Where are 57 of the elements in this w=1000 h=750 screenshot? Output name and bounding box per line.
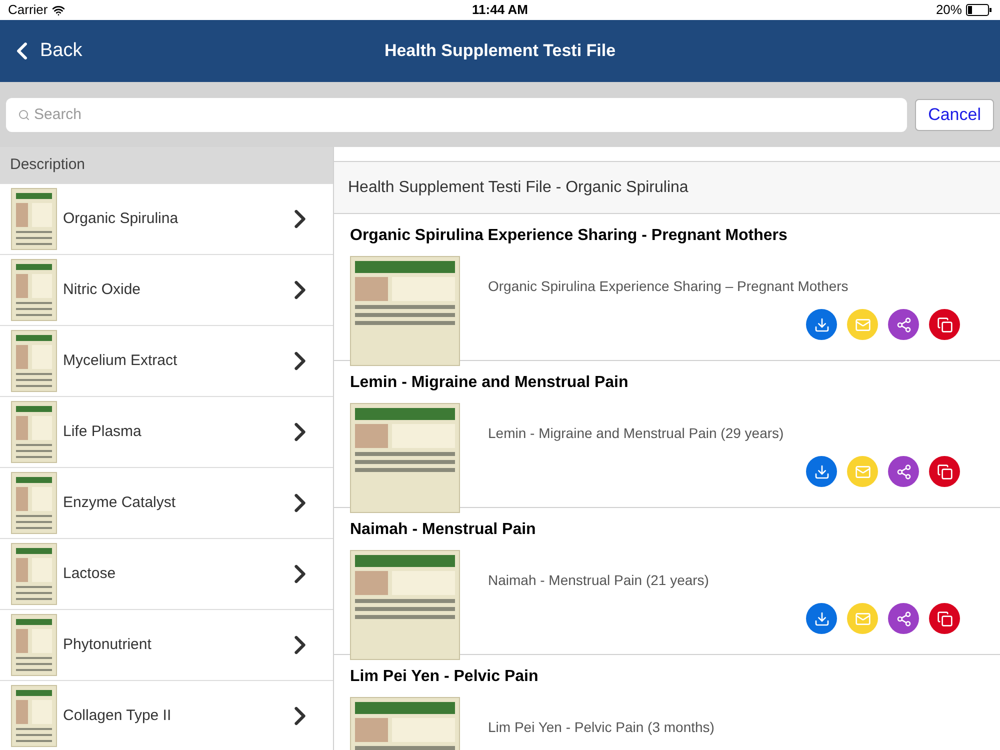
search-icon [18, 108, 30, 120]
status-time: 11:44 AM [472, 1, 528, 20]
item-subtitle: Organic Spirulina Experience Sharing – Pregnant Mothers [488, 277, 850, 296]
search-field[interactable]: Search [6, 98, 908, 132]
window-title: Health Supplement Testi File [384, 40, 616, 62]
share-button[interactable] [888, 456, 919, 487]
battery-icon [966, 4, 992, 16]
sidebar-item[interactable]: Collagen Type II [0, 681, 333, 750]
section-header: Health Supplement Testi File - Organic Spirulina [334, 162, 1000, 214]
item-subtitle: Lim Pei Yen - Pelvic Pain (3 months) [488, 718, 716, 737]
copy-button[interactable] [929, 309, 960, 340]
item-subtitle: Lemin - Migraine and Menstrual Pain (29 years) [488, 424, 785, 443]
download-button[interactable] [806, 309, 837, 340]
sidebar-item[interactable]: Life Plasma [0, 397, 333, 468]
back-button[interactable]: Back [8, 20, 82, 82]
item-title: Naimah - Menstrual Pain [350, 520, 537, 540]
document-thumbnail [11, 685, 57, 747]
share-icon [896, 610, 912, 626]
document-thumbnail [11, 401, 57, 463]
sidebar-item[interactable]: Organic Spirulina [0, 184, 333, 255]
pages-icon [936, 316, 952, 332]
sidebar-item[interactable]: Mycelium Extract [0, 326, 333, 397]
share-button[interactable] [888, 603, 919, 634]
document-thumbnail [11, 472, 57, 534]
envelope-icon [854, 464, 870, 480]
pages-icon [936, 464, 952, 480]
item-subtitle: Naimah - Menstrual Pain (21 years) [488, 571, 710, 590]
document-thumbnail [11, 259, 57, 321]
document-thumbnail [11, 543, 57, 605]
download-button[interactable] [806, 456, 837, 487]
battery-percent: 20% [936, 1, 962, 20]
copy-button[interactable] [929, 603, 960, 634]
document-thumbnail [11, 614, 57, 676]
download-icon [814, 610, 830, 626]
sidebar-item[interactable]: Nitric Oxide [0, 255, 333, 326]
sidebar-item[interactable]: Phytonutrient [0, 610, 333, 681]
wifi-icon [52, 4, 65, 16]
sidebar-header: Description [0, 147, 333, 184]
envelope-icon [854, 610, 870, 626]
pages-icon [936, 610, 952, 626]
copy-button[interactable] [929, 456, 960, 487]
envelope-icon [854, 316, 870, 332]
share-icon [896, 464, 912, 480]
download-icon [814, 316, 830, 332]
sidebar-item[interactable]: Enzyme Catalyst [0, 468, 333, 539]
share-icon [896, 316, 912, 332]
item-title: Organic Spirulina Experience Sharing - Pregnant Mothers [350, 226, 788, 246]
download-button[interactable] [806, 603, 837, 634]
item-title: Lim Pei Yen - Pelvic Pain [350, 667, 540, 687]
item-title: Lemin - Migraine and Menstrual Pain [350, 373, 630, 393]
document-thumbnail [11, 188, 57, 250]
document-thumbnail [11, 330, 57, 392]
download-icon [814, 464, 830, 480]
sidebar-item[interactable]: Lactose [0, 539, 333, 610]
cancel-button[interactable]: Cancel [915, 98, 994, 130]
carrier-label: Carrier [8, 1, 48, 20]
share-button[interactable] [888, 309, 919, 340]
